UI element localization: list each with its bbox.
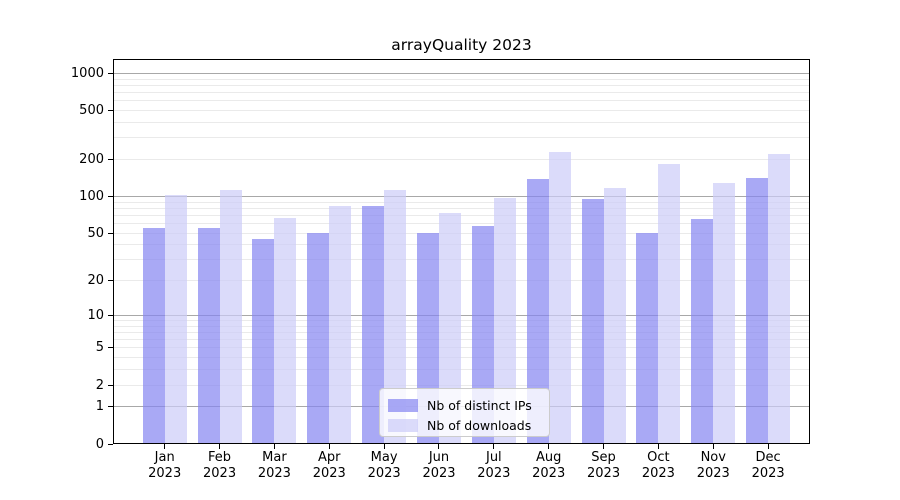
y-tick-label: 500	[38, 103, 104, 118]
y-tick-label: 5	[38, 340, 104, 355]
legend-swatch-downloads	[388, 419, 418, 432]
legend-label-downloads: Nb of downloads	[427, 418, 531, 434]
x-tick-label: Jan 2023	[135, 450, 195, 481]
y-tick-mark	[108, 159, 113, 160]
chart-figure: arrayQuality 2023 1000500200100502010521…	[0, 0, 900, 500]
legend-item-distinct-ips: Nb of distinct IPs	[388, 396, 549, 415]
y-tick-label: 50	[38, 226, 104, 241]
legend-item-downloads: Nb of downloads	[388, 416, 549, 435]
y-tick-mark	[108, 196, 113, 197]
x-tick-mark	[658, 444, 659, 449]
x-tick-mark	[713, 444, 714, 449]
x-tick-label: Dec 2023	[738, 450, 798, 481]
x-tick-mark	[493, 444, 494, 449]
y-tick-label: 0	[38, 437, 104, 452]
y-tick-mark	[108, 347, 113, 348]
x-tick-label: Aug 2023	[519, 450, 579, 481]
x-tick-mark	[274, 444, 275, 449]
x-tick-label: Oct 2023	[628, 450, 688, 481]
x-tick-label: May 2023	[354, 450, 414, 481]
y-tick-label: 100	[38, 189, 104, 204]
x-tick-mark	[603, 444, 604, 449]
x-tick-label: Sep 2023	[574, 450, 634, 481]
x-tick-mark	[548, 444, 549, 449]
y-tick-mark	[108, 385, 113, 386]
y-tick-label: 2	[38, 378, 104, 393]
y-tick-mark	[108, 315, 113, 316]
y-tick-label: 1000	[38, 66, 104, 81]
x-tick-mark	[164, 444, 165, 449]
x-tick-mark	[438, 444, 439, 449]
legend: Nb of distinct IPs Nb of downloads	[379, 388, 550, 437]
x-tick-label: Jul 2023	[464, 450, 524, 481]
y-tick-label: 200	[38, 152, 104, 167]
x-tick-label: Mar 2023	[244, 450, 304, 481]
y-tick-mark	[108, 406, 113, 407]
legend-label-distinct-ips: Nb of distinct IPs	[427, 398, 532, 414]
y-tick-label: 20	[38, 273, 104, 288]
y-tick-mark	[108, 444, 113, 445]
x-tick-mark	[219, 444, 220, 449]
legend-swatch-distinct-ips	[388, 399, 418, 412]
x-tick-label: Jun 2023	[409, 450, 469, 481]
x-tick-mark	[329, 444, 330, 449]
x-tick-mark	[768, 444, 769, 449]
x-tick-mark	[384, 444, 385, 449]
y-tick-label: 1	[38, 399, 104, 414]
y-tick-label: 10	[38, 308, 104, 323]
y-tick-mark	[108, 110, 113, 111]
x-tick-label: Nov 2023	[683, 450, 743, 481]
y-tick-mark	[108, 233, 113, 234]
y-tick-mark	[108, 280, 113, 281]
x-tick-label: Feb 2023	[190, 450, 250, 481]
y-tick-mark	[108, 73, 113, 74]
x-tick-label: Apr 2023	[299, 450, 359, 481]
